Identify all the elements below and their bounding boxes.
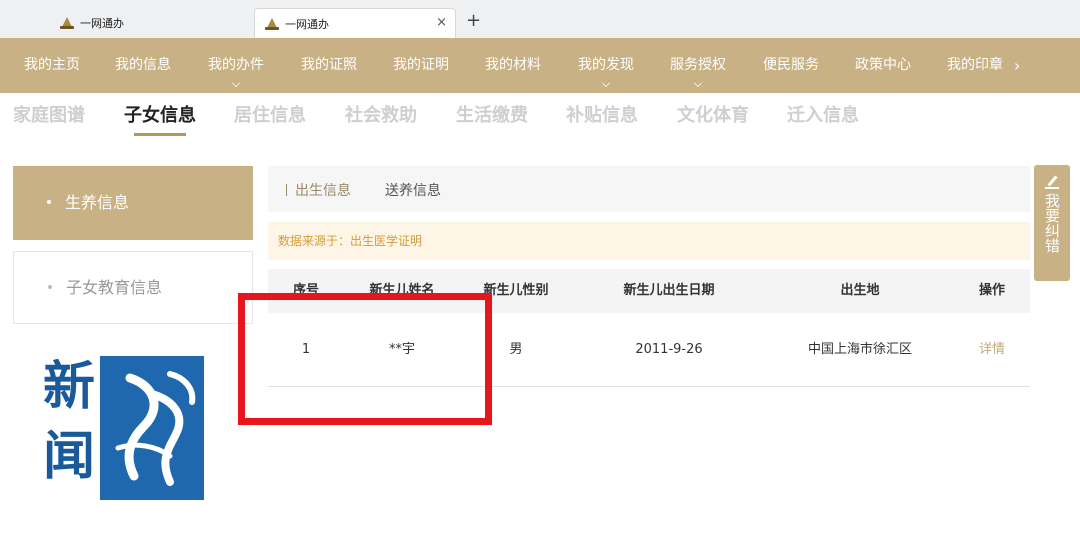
data-source-note: 数据来源于：出生医学证明 bbox=[268, 222, 1030, 260]
side-menu-item-birth-info[interactable]: 生养信息 bbox=[13, 166, 253, 240]
tab-subsidy-info[interactable]: 补贴信息 bbox=[566, 101, 638, 127]
chevron-down-icon bbox=[602, 79, 610, 87]
subtab-birth-info[interactable]: 出生信息 bbox=[286, 180, 351, 200]
nav-item-service-auth[interactable]: 服务授权 bbox=[670, 38, 726, 93]
browser-tab-active[interactable]: 一网通办 × bbox=[254, 8, 456, 38]
nav-item-policy[interactable]: 政策中心 bbox=[855, 38, 911, 93]
logo-emblem bbox=[100, 356, 204, 500]
nav-label: 我的材料 bbox=[485, 57, 541, 73]
tab-family-tree[interactable]: 家庭图谱 bbox=[13, 101, 85, 127]
column-header-actions: 操作 bbox=[978, 283, 1006, 298]
chevron-down-icon bbox=[232, 79, 240, 87]
site-favicon-icon bbox=[265, 17, 279, 30]
nav-label: 政策中心 bbox=[855, 57, 911, 73]
tab-relocation-info[interactable]: 迁入信息 bbox=[787, 101, 859, 127]
nav-label: 便民服务 bbox=[763, 57, 819, 73]
nav-item-home[interactable]: 我的主页 bbox=[24, 38, 80, 93]
nav-label: 我的发现 bbox=[578, 57, 634, 73]
nav-label: 我的办件 bbox=[208, 57, 264, 73]
report-error-button[interactable]: 我要纠错 bbox=[1034, 165, 1070, 281]
nav-label: 我的信息 bbox=[115, 57, 171, 73]
nav-item-my-info[interactable]: 我的信息 bbox=[115, 38, 171, 93]
details-link[interactable]: 详情 bbox=[979, 313, 1005, 387]
cell-gender: 男 bbox=[509, 342, 523, 357]
nav-item-my-discover[interactable]: 我的发现 bbox=[578, 38, 634, 93]
side-menu-label: 子女教育信息 bbox=[66, 278, 163, 297]
browser-tab-title: 一网通办 bbox=[80, 17, 124, 30]
nav-item-convenience[interactable]: 便民服务 bbox=[763, 38, 819, 93]
browser-tab[interactable]: 一网通办 bbox=[48, 8, 254, 38]
chevron-down-icon bbox=[694, 79, 702, 87]
nav-item-my-licenses[interactable]: 我的证照 bbox=[301, 38, 357, 93]
tab-utility-payments[interactable]: 生活缴费 bbox=[456, 101, 528, 127]
new-tab-button[interactable]: + bbox=[466, 12, 481, 30]
column-header-birth-date: 新生儿出生日期 bbox=[623, 283, 715, 298]
logo-char: 闻 bbox=[42, 426, 95, 487]
subtab-label: 出生信息 bbox=[295, 183, 351, 199]
side-menu-label: 生养信息 bbox=[65, 193, 130, 212]
tab-residence-info[interactable]: 居住信息 bbox=[234, 101, 306, 127]
nav-label: 我的印章 bbox=[947, 57, 1003, 73]
content-subtabs: 出生信息 送养信息 bbox=[268, 166, 1030, 212]
pencil-icon bbox=[1045, 175, 1059, 189]
browser-tab-title: 一网通办 bbox=[285, 17, 329, 31]
nav-item-my-seals[interactable]: 我的印章 bbox=[947, 38, 1003, 93]
chevron-right-icon[interactable]: › bbox=[1014, 38, 1020, 93]
tab-culture-sports[interactable]: 文化体育 bbox=[677, 101, 749, 127]
cell-birthplace: 中国上海市徐汇区 bbox=[807, 342, 913, 357]
tab-social-assistance[interactable]: 社会救助 bbox=[345, 101, 417, 127]
browser-tab-strip: 一网通办 一网通办 × + bbox=[0, 0, 1080, 38]
active-tab-indicator bbox=[134, 133, 186, 136]
bullet-icon bbox=[48, 284, 52, 289]
logo-brush-graphic bbox=[115, 371, 196, 486]
column-header-gender: 新生儿性别 bbox=[483, 283, 549, 298]
news-watermark-logo: 新 闻 bbox=[38, 352, 204, 500]
nav-item-my-materials[interactable]: 我的材料 bbox=[485, 38, 541, 93]
tab-children-info[interactable]: 子女信息 bbox=[124, 101, 196, 127]
column-header-birthplace: 出生地 bbox=[840, 283, 880, 298]
report-error-label: 我要纠错 bbox=[1043, 193, 1061, 253]
close-tab-icon[interactable]: × bbox=[436, 15, 447, 30]
nav-label: 我的证明 bbox=[393, 57, 449, 73]
nav-label: 服务授权 bbox=[670, 57, 726, 73]
bullet-icon bbox=[47, 199, 51, 204]
site-favicon-icon bbox=[60, 17, 74, 29]
category-tabs: 家庭图谱 子女信息 居住信息 社会救助 生活缴费 补贴信息 文化体育 迁入信息 bbox=[0, 93, 1080, 141]
red-annotation-box bbox=[238, 293, 492, 425]
nav-label: 我的证照 bbox=[301, 57, 357, 73]
nav-item-my-cases[interactable]: 我的办件 bbox=[208, 38, 264, 93]
cell-birth-date: 2011-9-26 bbox=[635, 342, 703, 357]
main-nav: 我的主页 我的信息 我的办件 我的证照 我的证明 我的材料 我的发现 服务授权 … bbox=[0, 38, 1080, 93]
nav-item-my-certificates[interactable]: 我的证明 bbox=[393, 38, 449, 93]
subtab-adoption-info[interactable]: 送养信息 bbox=[385, 180, 441, 200]
active-subtab-marker bbox=[286, 184, 287, 196]
nav-label: 我的主页 bbox=[24, 57, 80, 73]
logo-chars: 新 闻 bbox=[38, 352, 100, 500]
side-menu-item-education-info[interactable]: 子女教育信息 bbox=[13, 251, 253, 324]
logo-char: 新 bbox=[42, 356, 95, 417]
